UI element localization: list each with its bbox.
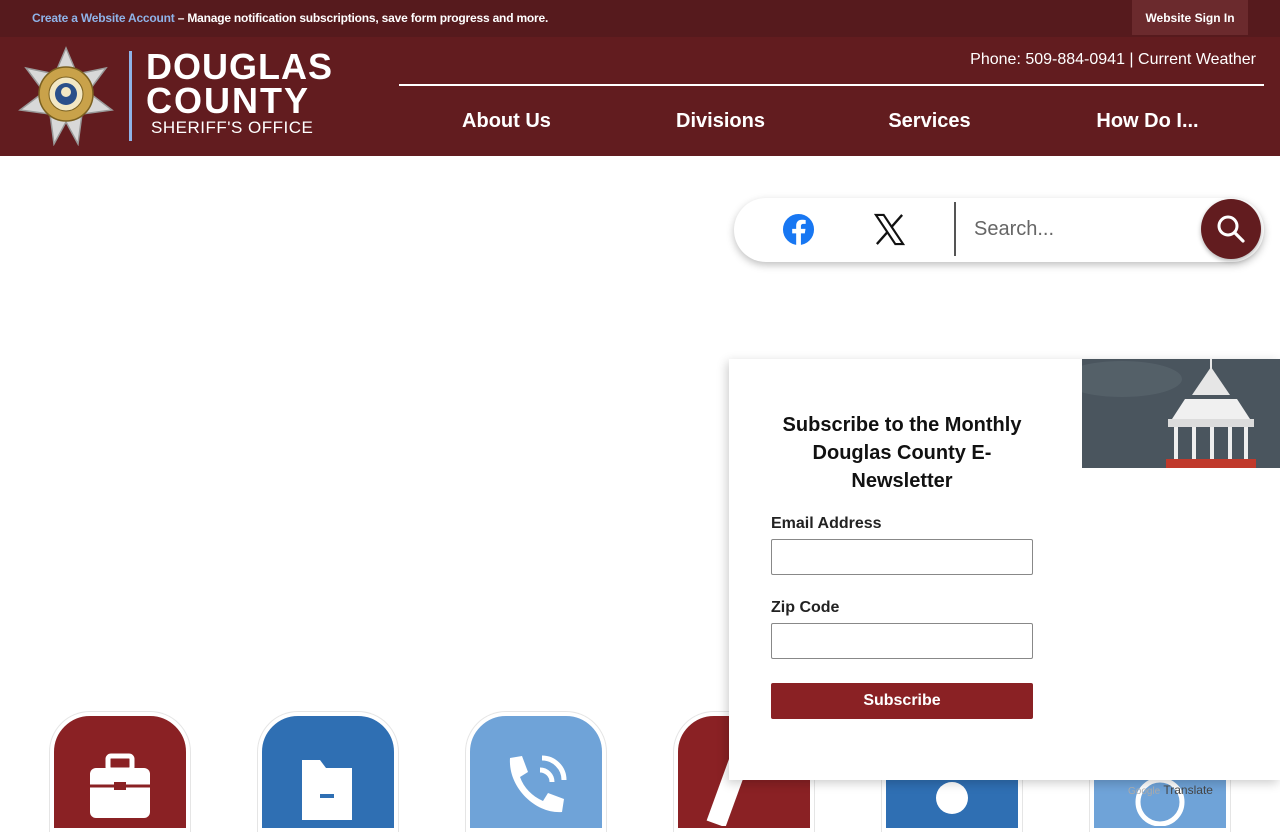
contact-info[interactable]: Phone: 509-884-0941 | Current Weather (970, 51, 1256, 69)
search-button[interactable] (1201, 199, 1261, 259)
utility-bar: Create a Website Account – Manage notifi… (0, 0, 1280, 37)
social-search-divider (954, 202, 956, 256)
folder-file-icon (302, 760, 352, 820)
gazebo-image (1082, 359, 1280, 468)
create-account-link[interactable]: Create a Website Account (32, 11, 175, 25)
search-icon (1217, 215, 1245, 243)
translate-label: Translate (1163, 783, 1213, 797)
quicklink-tile-contact[interactable] (466, 712, 606, 832)
briefcase-icon (90, 753, 150, 818)
newsletter-popup: Subscribe to the Monthly Douglas County … (729, 359, 1280, 780)
subscribe-button[interactable]: Subscribe (771, 683, 1033, 719)
site-header: DOUGLAS COUNTY SHERIFF'S OFFICE Phone: 5… (0, 37, 1280, 156)
main-nav: About Us Divisions Services How Do I... (399, 99, 1264, 143)
account-message-text: – Manage notification subscriptions, sav… (174, 11, 549, 25)
search-input[interactable] (974, 210, 1194, 248)
email-label: Email Address (771, 515, 882, 532)
brand-subtitle[interactable]: SHERIFF'S OFFICE (151, 119, 313, 137)
quicklink-tile-jobs[interactable] (50, 712, 190, 832)
sign-in-button[interactable]: Website Sign In (1132, 0, 1248, 35)
zip-label: Zip Code (771, 599, 840, 616)
nav-how-do-i[interactable]: How Do I... (1060, 99, 1235, 143)
social-search-bar (734, 198, 1264, 262)
brand-divider (129, 51, 132, 141)
email-field[interactable] (771, 539, 1033, 575)
gazebo-photo (1082, 359, 1280, 468)
nav-divisions[interactable]: Divisions (633, 99, 808, 143)
zip-field[interactable] (771, 623, 1033, 659)
google-logo-text: Google (1128, 786, 1161, 797)
sheriff-star-badge-logo[interactable] (16, 46, 116, 146)
newsletter-title: Subscribe to the Monthly Douglas County … (782, 414, 1022, 492)
phone-icon (509, 755, 567, 813)
account-message: Create a Website Account – Manage notifi… (32, 11, 548, 25)
google-translate-widget[interactable]: Google Translate (1128, 783, 1213, 797)
brand-name-line2[interactable]: COUNTY (146, 83, 310, 119)
nav-about-us[interactable]: About Us (419, 99, 594, 143)
nav-services[interactable]: Services (842, 99, 1017, 143)
quicklink-tile-records[interactable] (258, 712, 398, 832)
header-divider (399, 84, 1264, 86)
facebook-icon[interactable] (782, 213, 815, 246)
x-logo-icon[interactable] (873, 213, 906, 246)
